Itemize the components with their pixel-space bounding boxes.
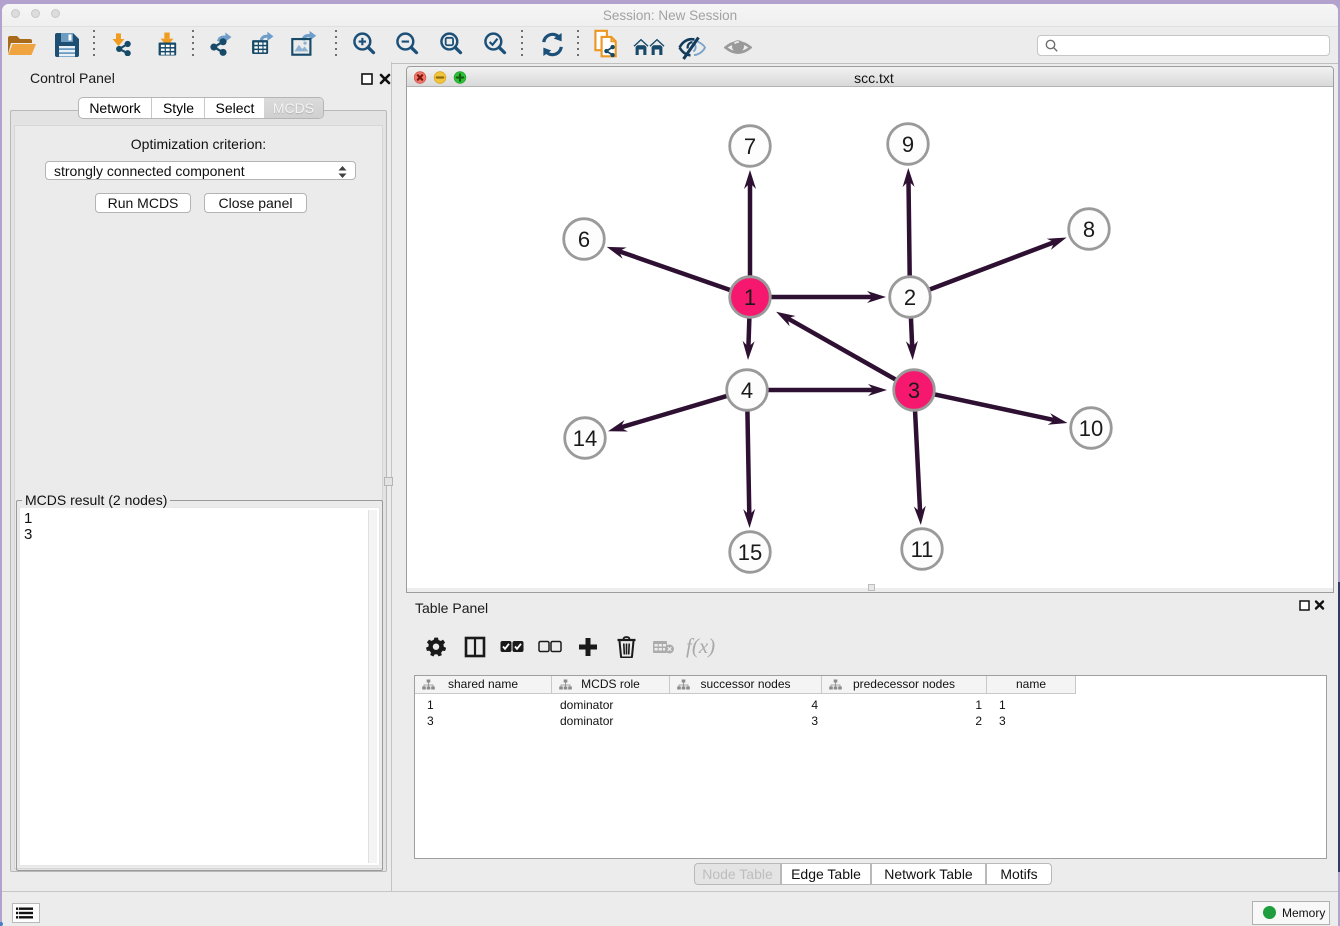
svg-text:1: 1 bbox=[744, 285, 756, 310]
svg-text:11: 11 bbox=[911, 537, 934, 562]
svg-text:15: 15 bbox=[738, 540, 762, 565]
svg-text:9: 9 bbox=[902, 132, 914, 157]
svg-text:4: 4 bbox=[741, 378, 753, 403]
svg-text:10: 10 bbox=[1079, 416, 1103, 441]
svg-text:14: 14 bbox=[573, 426, 597, 451]
svg-text:6: 6 bbox=[578, 227, 590, 252]
svg-text:7: 7 bbox=[744, 134, 756, 159]
svg-text:3: 3 bbox=[908, 378, 920, 403]
svg-text:2: 2 bbox=[904, 285, 916, 310]
svg-text:8: 8 bbox=[1083, 217, 1095, 242]
